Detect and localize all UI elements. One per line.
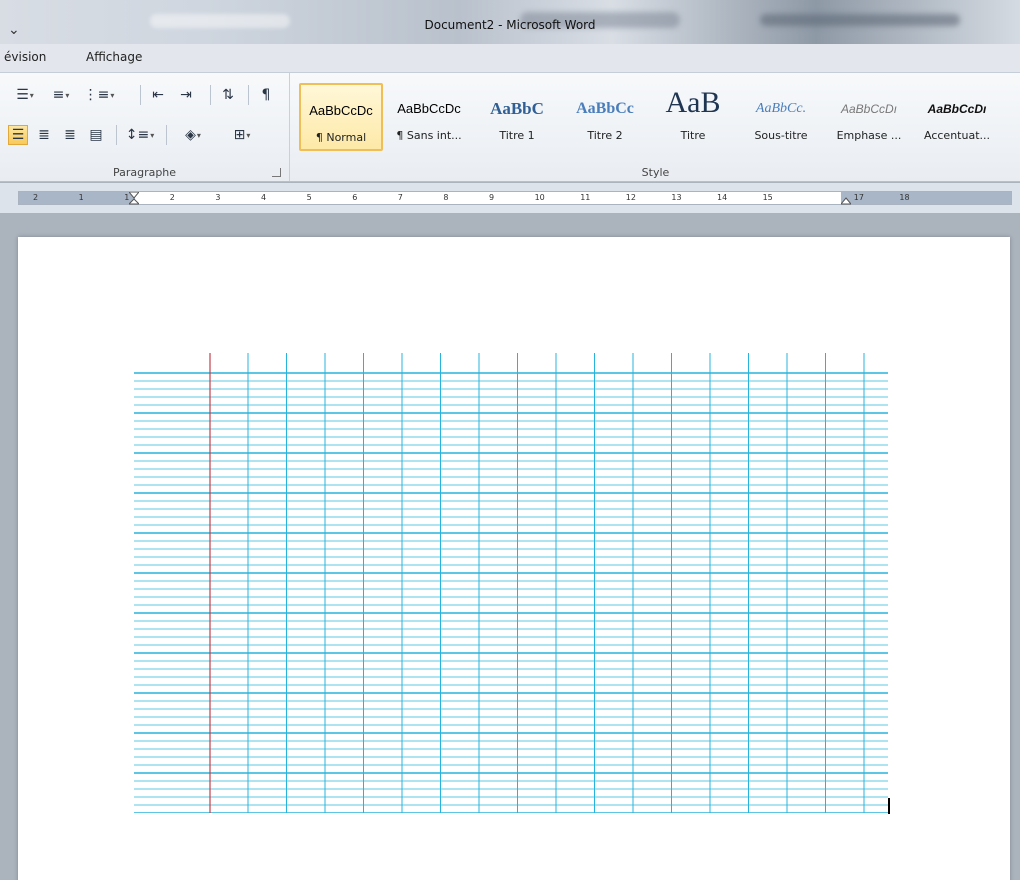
style-group-label: Style: [641, 166, 670, 179]
style-sample: AaBbCc: [576, 100, 634, 117]
tab-revision[interactable]: évision: [4, 50, 46, 64]
decrease-indent-icon[interactable]: ⇤: [148, 85, 168, 105]
style-name: Sous-titre: [754, 129, 808, 142]
ruler-tick-label: 13: [671, 193, 682, 202]
justify-icon[interactable]: ▤: [86, 125, 106, 145]
title-bar: ⌄ Document2 - Microsoft Word: [0, 0, 1020, 44]
ruler-tick-label: 18: [899, 193, 910, 202]
style-sample: AaBbCcDı: [840, 102, 898, 116]
style-name: Titre: [680, 129, 706, 142]
style-sample: AaBbCc.: [755, 101, 807, 116]
style-name: Titre 1: [499, 129, 535, 142]
dialog-launcher-icon[interactable]: [272, 168, 281, 177]
style-sample: AaBbCcDc: [309, 103, 373, 118]
ruler-tick-label: 6: [352, 193, 358, 202]
style-sous-titre[interactable]: AaBbCc. Sous-titre: [739, 83, 823, 151]
style-sample: AaBbCcDı: [927, 102, 987, 116]
align-right-icon[interactable]: ≣: [60, 125, 80, 145]
style-name: ¶ Sans int...: [396, 129, 462, 142]
pilcrow-icon[interactable]: ¶: [256, 85, 276, 105]
ruler-tick-label: 14: [717, 193, 728, 202]
ribbon: ☰ ▾ ≡ ▾ ⋮≡ ▾ ⇤ ⇥ ⇅ ¶ ☰ ≣ ≣ ▤ ↕≡ ▾ ◈ ▾ ⊞ ▾ Para…: [0, 72, 1020, 182]
style-sample: AaBbC: [490, 99, 544, 118]
style-titre-2[interactable]: AaBbCc Titre 2: [563, 83, 647, 151]
ruler-tick-label: 11: [580, 193, 591, 202]
window-title: Document2 - Microsoft Word: [424, 18, 596, 32]
ruler-tick-label: 2: [169, 193, 175, 202]
ruler-tick-label: 12: [625, 193, 636, 202]
ruler-track: 2 1 1 2 3 4 5 6 7 8 9 10 11 12 13 14 15 17 18: [18, 191, 1012, 205]
horizontal-ruler[interactable]: 2 1 1 2 3 4 5 6 7 8 9 10 11 12 13 14 15 17 18: [0, 183, 1020, 213]
style-sample: AaB: [665, 89, 721, 117]
style-name: Accentuat...: [924, 129, 990, 142]
ruler-tick-label: 4: [261, 193, 267, 202]
align-left-icon[interactable]: ☰: [8, 125, 28, 145]
align-center-icon[interactable]: ≣: [34, 125, 54, 145]
text-cursor: [888, 798, 890, 814]
ruler-tick-label: 8: [443, 193, 449, 202]
style-group: AaBbCcDc ¶ Normal AaBbCcDc ¶ Sans int...…: [291, 73, 1020, 181]
separator: [248, 85, 249, 105]
tab-affichage[interactable]: Affichage: [86, 50, 142, 64]
ruler-tick-label: 9: [489, 193, 495, 202]
separator: [140, 85, 141, 105]
multilevel-list-icon[interactable]: ⋮≡ ▾: [82, 85, 116, 105]
style-name: Titre 2: [587, 129, 623, 142]
bullets-icon[interactable]: ☰ ▾: [10, 85, 40, 105]
ruler-tick-label: 3: [215, 193, 221, 202]
ruler-tick-label: 17: [853, 193, 864, 202]
ruler-right-margin: [841, 192, 1011, 204]
paragraph-group: ☰ ▾ ≡ ▾ ⋮≡ ▾ ⇤ ⇥ ⇅ ¶ ☰ ≣ ≣ ▤ ↕≡ ▾ ◈ ▾ ⊞ ▾ Para…: [0, 73, 290, 181]
style-accentuation[interactable]: AaBbCcDı Accentuat...: [915, 83, 999, 151]
seyes-grid-image: [134, 353, 888, 813]
style-emphase[interactable]: AaBbCcDı Emphase ...: [827, 83, 911, 151]
separator: [210, 85, 211, 105]
style-name: ¶ Normal: [315, 131, 367, 144]
style-normal[interactable]: AaBbCcDc ¶ Normal: [299, 83, 383, 151]
ruler-tick-label: 15: [762, 193, 773, 202]
numbering-icon[interactable]: ≡ ▾: [46, 85, 76, 105]
style-sample: AaBbCcDc: [397, 101, 461, 116]
indent-marker-icon[interactable]: [129, 192, 139, 206]
style-titre[interactable]: AaB Titre: [651, 83, 735, 151]
style-name: Emphase ...: [836, 129, 902, 142]
sort-icon[interactable]: ⇅: [218, 85, 238, 105]
ribbon-tabs: évision Affichage: [0, 44, 1020, 72]
paragraph-group-label: Paragraphe: [112, 166, 177, 179]
right-indent-marker-icon[interactable]: [841, 192, 851, 206]
ruler-tick-label: 1: [78, 193, 84, 202]
ruler-tick-label: 7: [397, 193, 403, 202]
ruler-tick-label: 5: [306, 193, 312, 202]
increase-indent-icon[interactable]: ⇥: [176, 85, 196, 105]
separator: [166, 125, 167, 145]
style-sans-interligne[interactable]: AaBbCcDc ¶ Sans int...: [387, 83, 471, 151]
separator: [116, 125, 117, 145]
shading-icon[interactable]: ◈ ▾: [174, 125, 212, 145]
borders-icon[interactable]: ⊞ ▾: [222, 125, 262, 145]
line-spacing-icon[interactable]: ↕≡ ▾: [124, 125, 156, 145]
ruler-tick-label: 10: [534, 193, 545, 202]
style-titre-1[interactable]: AaBbC Titre 1: [475, 83, 559, 151]
ruler-tick-label: 2: [33, 193, 39, 202]
